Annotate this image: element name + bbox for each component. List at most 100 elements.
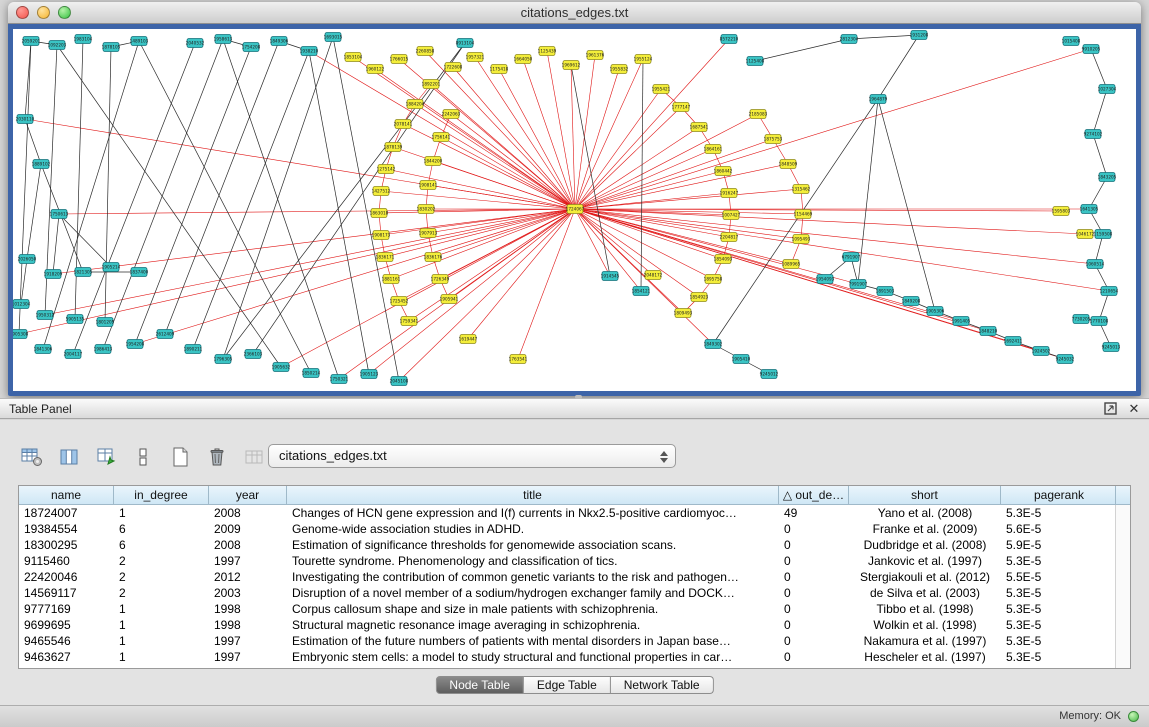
table-mode-icon[interactable] [20, 445, 44, 469]
graph-node[interactable]: 1916247 [720, 189, 739, 198]
graph-node[interactable]: 1821305 [74, 268, 93, 277]
graph-node[interactable]: 1938210 [300, 47, 319, 56]
graph-node[interactable]: 1089965 [782, 260, 801, 269]
graph-node[interactable]: 1854093 [714, 255, 733, 264]
graph-node[interactable]: 1489103 [130, 37, 149, 46]
zoom-window-button[interactable] [58, 6, 71, 19]
graph-node[interactable]: 1841306 [34, 345, 53, 354]
graph-node[interactable]: 1863018 [370, 209, 389, 218]
graph-node[interactable]: 1837400 [130, 268, 149, 277]
table-cell[interactable]: 5.3E-5 [1001, 633, 1117, 649]
graph-node[interactable]: 1905123 [360, 370, 379, 379]
graph-node[interactable]: 1891503 [876, 287, 895, 296]
column-header-0[interactable]: name [19, 486, 114, 505]
graph-node[interactable]: 1955124 [634, 55, 653, 64]
graph-node[interactable]: 1931208 [910, 31, 929, 40]
graph-node[interactable]: 1881161 [382, 275, 401, 284]
graph-node[interactable]: 1595803 [1052, 207, 1071, 216]
table-cell[interactable]: Estimation of significance thresholds fo… [287, 537, 779, 553]
table-cell[interactable]: Jankovic et al. (1997) [849, 553, 1001, 569]
table-cell[interactable]: Estimation of the future numbers of pati… [287, 633, 779, 649]
table-cell[interactable]: Wolkin et al. (1998) [849, 617, 1001, 633]
graph-node[interactable]: 2004117 [64, 350, 83, 359]
graph-node[interactable]: 1754208 [242, 43, 261, 52]
graph-node[interactable]: 1955832 [610, 65, 629, 74]
table-cell[interactable]: 2008 [209, 505, 287, 521]
graph-node[interactable]: 2040532 [186, 39, 205, 48]
graph-node[interactable]: 1905308 [13, 330, 29, 339]
table-cell[interactable]: 6 [114, 537, 209, 553]
table-cell[interactable]: Investigating the contribution of common… [287, 569, 779, 585]
table-cell[interactable]: 5.3E-5 [1001, 649, 1117, 665]
graph-node[interactable]: 1125408 [746, 57, 765, 66]
table-cell[interactable]: 2 [114, 585, 209, 601]
table-row[interactable]: 1456911722003Disruption of a novel membe… [19, 585, 1130, 601]
column-header-1[interactable]: in_degree [114, 486, 209, 505]
table-cell[interactable]: 19384554 [19, 521, 114, 537]
table-cell[interactable]: Genome-wide association studies in ADHD. [287, 521, 779, 537]
table-cell[interactable]: 0 [779, 537, 849, 553]
graph-node[interactable]: 1918209 [44, 270, 63, 279]
graph-node[interactable]: 7730205 [1072, 315, 1091, 324]
graph-node[interactable]: 1693015 [324, 33, 343, 42]
graph-node[interactable]: 1983104 [74, 35, 93, 44]
splitter-handle[interactable] [575, 395, 582, 399]
graph-node[interactable]: 2026050 [18, 255, 37, 264]
graph-node[interactable]: 1664050 [514, 55, 533, 64]
graph-node[interactable]: 1830202 [417, 205, 436, 214]
row-selector-icon[interactable] [131, 445, 155, 469]
table-source-dropdown[interactable]: citations_edges.txt [268, 444, 676, 468]
table-cell[interactable]: 0 [779, 617, 849, 633]
graph-node[interactable]: 1796305 [214, 355, 233, 364]
column-header-2[interactable]: year [209, 486, 287, 505]
graph-node[interactable]: 1908173 [372, 231, 391, 240]
graph-node[interactable]: 1427512 [372, 187, 391, 196]
graph-node[interactable]: 1770108 [1090, 317, 1109, 326]
table-cell[interactable]: 1998 [209, 617, 287, 633]
graph-node[interactable]: 1954093 [816, 275, 835, 284]
table-cell[interactable]: Embryonic stem cells: a model to study s… [287, 649, 779, 665]
citation-network-graph[interactable]: 1724067189220118842042078141187813912751… [13, 29, 1136, 391]
table-cell[interactable]: 22420046 [19, 569, 114, 585]
show-columns-icon[interactable] [57, 445, 81, 469]
table-cell[interactable]: 1 [114, 633, 209, 649]
graph-node[interactable]: 1849208 [902, 297, 921, 306]
graph-node[interactable]: 1854923 [690, 293, 709, 302]
table-cell[interactable]: Dudbridge et al. (2008) [849, 537, 1001, 553]
float-panel-icon[interactable] [1103, 402, 1117, 416]
table-cell[interactable]: 9777169 [19, 601, 114, 617]
table-cell[interactable]: 0 [779, 569, 849, 585]
graph-node[interactable]: 9245032 [1056, 355, 1075, 364]
graph-node[interactable]: 9245013 [1102, 343, 1121, 352]
table-row[interactable]: 1830029562008Estimation of significance … [19, 537, 1130, 553]
graph-node[interactable]: 8913104 [456, 39, 475, 48]
table-cell[interactable]: Tourette syndrome. Phenomenology and cla… [287, 553, 779, 569]
graph-node[interactable]: 1159508 [1094, 230, 1113, 239]
table-cell[interactable]: 2009 [209, 521, 287, 537]
graph-node[interactable]: 1060514 [1086, 260, 1105, 269]
graph-node[interactable]: 1641305 [1080, 205, 1099, 214]
graph-node[interactable]: 1924502 [1032, 347, 1051, 356]
graph-node[interactable]: 1726349 [431, 275, 450, 284]
graph-node[interactable]: 1892201 [422, 80, 441, 89]
column-header-4[interactable]: △ out_de… [779, 486, 849, 505]
graph-node[interactable]: 1991405 [952, 317, 971, 326]
table-cell[interactable]: Tibbo et al. (1998) [849, 601, 1001, 617]
table-row[interactable]: 2242004622012Investigating the contribut… [19, 569, 1130, 585]
table-cell[interactable]: Corpus callosum shape and size in male p… [287, 601, 779, 617]
tab-node-table[interactable]: Node Table [435, 676, 524, 694]
table-cell[interactable]: 6 [114, 521, 209, 537]
memory-status-icon[interactable] [1128, 711, 1139, 722]
table-cell[interactable]: 5.6E-5 [1001, 521, 1117, 537]
graph-node[interactable]: 1777147 [672, 103, 691, 112]
graph-node[interactable]: 1905214 [102, 263, 121, 272]
graph-node[interactable]: 1905306 [926, 307, 945, 316]
graph-node[interactable]: 1687541 [690, 123, 709, 132]
network-canvas[interactable]: 1724067189220118842042078141187813912751… [13, 29, 1136, 391]
graph-node[interactable]: 2078141 [394, 120, 413, 129]
table-cell[interactable]: Disruption of a novel member of a sodium… [287, 585, 779, 601]
graph-node[interactable]: 1725452 [390, 297, 409, 306]
column-header-3[interactable]: title [287, 486, 779, 505]
graph-node[interactable]: 1015408 [1062, 37, 1081, 46]
graph-node[interactable]: 1878139 [384, 143, 403, 152]
